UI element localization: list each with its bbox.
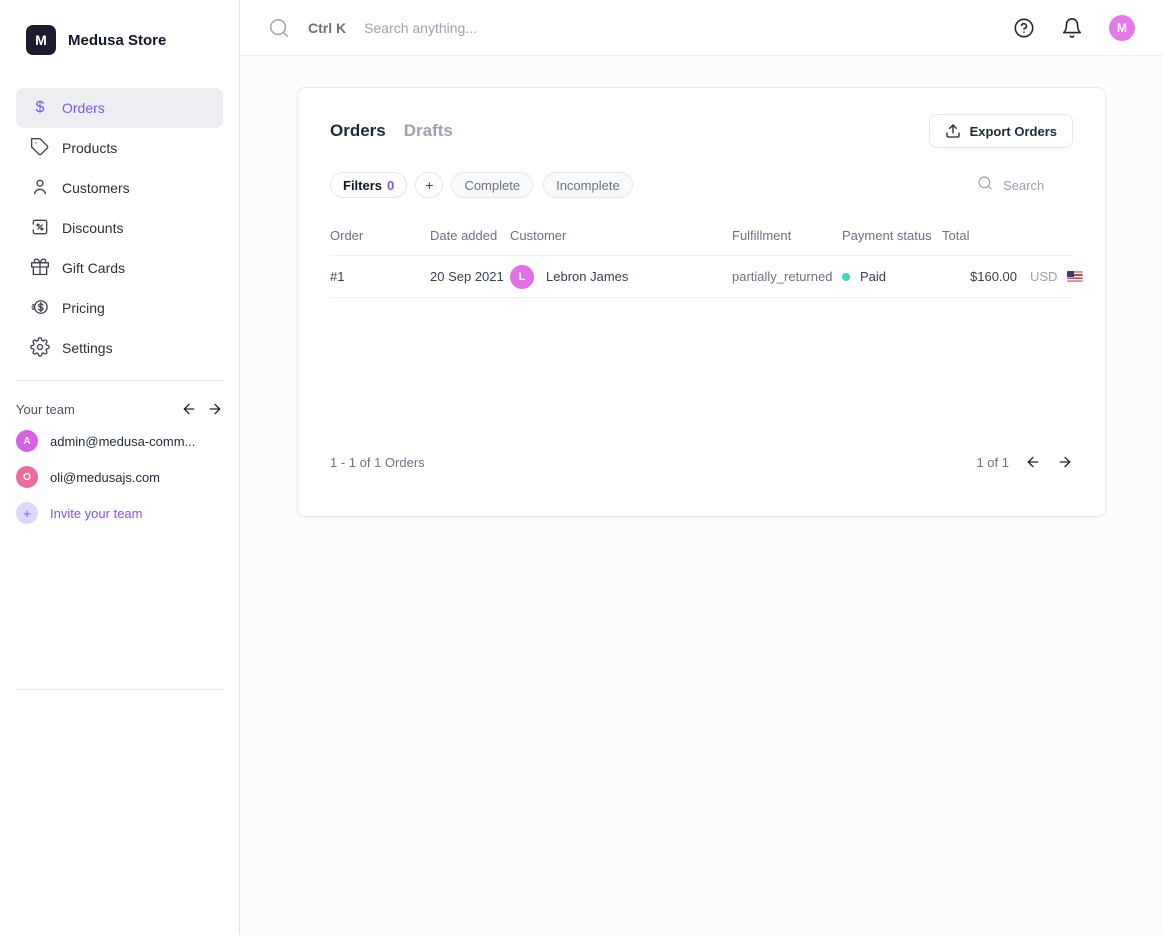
sidebar-divider [16,689,223,690]
arrow-left-icon[interactable] [1025,454,1041,470]
avatar: A [16,430,38,452]
chip-label: Incomplete [556,178,620,193]
search-icon [268,17,290,39]
sidebar-nav: $ Orders Products Customers Discounts Gi… [0,88,239,368]
table-search[interactable] [977,175,1073,196]
table-header-row: Order Date added Customer Fulfillment Pa… [330,216,1073,256]
user-icon [30,177,50,200]
chip-label: Complete [464,178,520,193]
sidebar-item-label: Orders [62,100,105,116]
payment-status: Paid [860,269,886,284]
order-date: 20 Sep 2021 [430,269,510,284]
table-search-input[interactable] [1003,178,1073,193]
table-footer: 1 - 1 of 1 Orders 1 of 1 [330,454,1073,470]
coin-dollar-icon [30,297,50,320]
col-payment-status: Payment status [842,228,942,243]
member-email: admin@medusa-comm... [50,434,195,449]
team-member[interactable]: O oli@medusajs.com [16,459,223,495]
col-date-added: Date added [430,228,510,243]
sidebar-divider [16,380,223,381]
search-input[interactable] [364,20,664,36]
sidebar-item-label: Discounts [62,220,123,236]
sidebar: M Medusa Store $ Orders Products Custome… [0,0,240,935]
user-avatar[interactable]: M [1109,15,1135,41]
search-icon [977,175,993,196]
invite-team-button[interactable]: + Invite your team [16,495,223,531]
orders-card: Orders Drafts Export Orders Filters 0 + … [297,87,1106,517]
filter-chip-complete[interactable]: Complete [451,172,533,198]
sidebar-item-discounts[interactable]: Discounts [16,208,223,248]
customer-name: Lebron James [546,269,628,284]
sidebar-item-orders[interactable]: $ Orders [16,88,223,128]
sidebar-item-label: Pricing [62,300,105,316]
order-id: #1 [330,269,430,284]
sidebar-item-label: Customers [62,180,130,196]
pagination: 1 of 1 [976,454,1073,470]
sidebar-item-products[interactable]: Products [16,128,223,168]
brand: M Medusa Store [0,0,239,64]
filters-button[interactable]: Filters 0 [330,172,407,198]
tab-drafts[interactable]: Drafts [404,121,453,141]
dollar-icon: $ [30,99,50,117]
store-name: Medusa Store [68,32,166,49]
filters-label: Filters [343,178,382,193]
plus-icon: + [16,502,38,524]
main-content: Orders Drafts Export Orders Filters 0 + … [240,56,1163,935]
team-member[interactable]: A admin@medusa-comm... [16,423,223,459]
help-icon[interactable] [1013,17,1035,39]
col-order: Order [330,228,430,243]
invite-label: Invite your team [50,506,143,521]
fulfillment-status: partially_returned [732,269,842,284]
tag-icon [30,137,50,160]
paid-dot-icon [842,273,850,281]
col-total: Total [942,228,1017,243]
page-indicator: 1 of 1 [976,455,1009,470]
col-fulfillment: Fulfillment [732,228,842,243]
sidebar-item-settings[interactable]: Settings [16,328,223,368]
sidebar-item-label: Settings [62,340,113,356]
table-row[interactable]: #1 20 Sep 2021 L Lebron James partially_… [330,256,1073,298]
gift-icon [30,257,50,280]
results-summary: 1 - 1 of 1 Orders [330,455,425,470]
percent-label-icon [30,217,50,240]
arrow-right-icon[interactable] [1057,454,1073,470]
topbar-actions: M [1013,15,1135,41]
global-search[interactable]: Ctrl K [268,17,1013,39]
sidebar-item-customers[interactable]: Customers [16,168,223,208]
export-orders-label: Export Orders [970,124,1057,139]
avatar: O [16,466,38,488]
sidebar-item-label: Products [62,140,117,156]
filter-chip-incomplete[interactable]: Incomplete [543,172,633,198]
app: M Medusa Store $ Orders Products Custome… [0,0,1163,935]
arrow-right-icon[interactable] [207,401,223,417]
topbar: Ctrl K M [240,0,1163,56]
filters-row: Filters 0 + Complete Incomplete [330,172,1073,198]
orders-table: Order Date added Customer Fulfillment Pa… [330,216,1073,298]
tabs: Orders Drafts [330,121,453,141]
upload-icon [945,123,961,139]
sidebar-item-pricing[interactable]: Pricing [16,288,223,328]
export-orders-button[interactable]: Export Orders [929,114,1073,148]
bell-icon[interactable] [1061,17,1083,39]
gear-icon [30,337,50,360]
arrow-left-icon[interactable] [181,401,197,417]
order-total: $160.00 [942,269,1017,284]
brand-logo: M [26,25,56,55]
sidebar-item-label: Gift Cards [62,260,125,276]
sidebar-item-gift-cards[interactable]: Gift Cards [16,248,223,288]
card-header: Orders Drafts Export Orders [330,114,1073,148]
us-flag-icon [1067,271,1083,282]
order-currency: USD [1017,269,1067,284]
add-filter-button[interactable]: + [415,172,443,198]
filters-count: 0 [387,178,394,193]
team-section: Your team A admin@medusa-comm... O oli@m… [0,395,239,531]
plus-icon: + [425,177,433,193]
customer-avatar: L [510,265,534,289]
tab-orders[interactable]: Orders [330,121,386,141]
keyboard-shortcut: Ctrl K [308,20,346,36]
col-customer: Customer [510,228,732,243]
team-title: Your team [16,402,75,417]
member-email: oli@medusajs.com [50,470,160,485]
